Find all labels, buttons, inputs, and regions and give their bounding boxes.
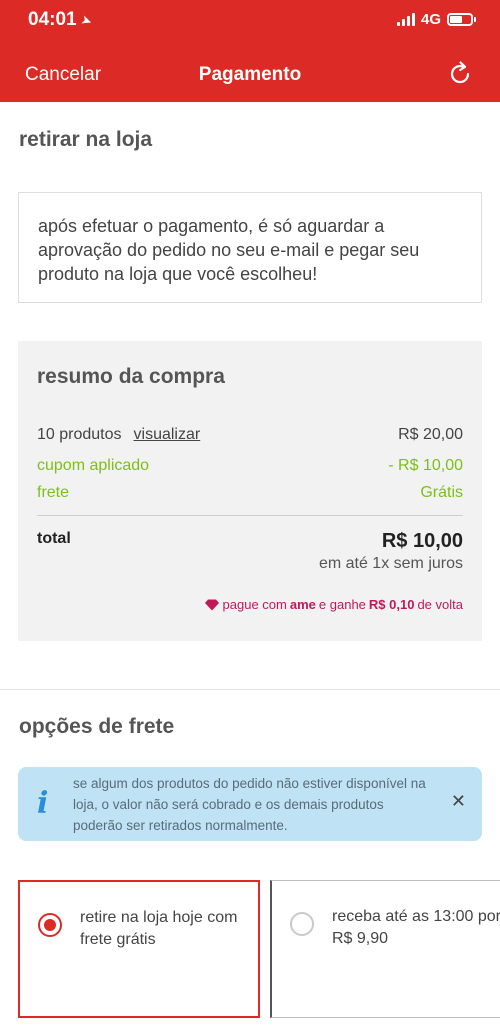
- availability-notice: i se algum dos produtos do pedido não es…: [18, 767, 482, 841]
- shipping-option-pickup[interactable]: retire na loja hoje com frete grátis: [18, 880, 260, 1018]
- coupon-value: - R$ 10,00: [388, 457, 463, 474]
- pickup-info-box: após efetuar o pagamento, é só aguardar …: [18, 192, 482, 303]
- ame-brand: ame: [289, 597, 316, 612]
- battery-nub: [474, 17, 476, 22]
- app-header: 04:01 ➤ 4G Cancelar Pagamento: [0, 0, 500, 102]
- battery-icon: [447, 13, 473, 26]
- coupon-row: cupom aplicado - R$ 10,00: [37, 457, 463, 475]
- location-arrow-icon: ➤: [78, 11, 94, 30]
- status-time: 04:01 ➤: [28, 9, 94, 31]
- shipping-row: frete Grátis: [37, 484, 463, 502]
- status-indicators: 4G: [396, 11, 476, 28]
- page-title: Pagamento: [198, 64, 302, 85]
- shipping-option-label: receba até as 13:00 por R$ 9,90: [332, 908, 500, 947]
- summary-title: resumo da compra: [37, 365, 225, 388]
- info-icon: i: [37, 786, 49, 821]
- products-label-group: 10 produtos visualizar: [37, 426, 200, 444]
- products-value: R$ 20,00: [398, 426, 463, 443]
- products-row: 10 produtos visualizar R$ 20,00: [37, 426, 463, 444]
- shipping-option-label: retire na loja hoje com frete grátis: [80, 909, 238, 948]
- shipping-option-delivery[interactable]: receba até as 13:00 por R$ 9,90: [270, 880, 500, 1018]
- total-value: R$ 10,00: [381, 530, 463, 552]
- radio-selected[interactable]: [38, 913, 62, 937]
- total-label: total: [37, 530, 71, 547]
- coupon-label: cupom aplicado: [37, 457, 150, 474]
- installments-text: em até 1x sem juros: [318, 555, 463, 572]
- radio-unselected[interactable]: [290, 912, 314, 936]
- ame-suffix: de volta: [417, 597, 463, 612]
- purchase-summary: resumo da compra 10 produtos visualizar R…: [18, 341, 482, 641]
- notice-text: se algum dos produtos do pedido não esti…: [73, 776, 426, 833]
- ame-amount: R$ 0,10: [368, 597, 415, 612]
- ame-gem-icon: [204, 599, 219, 610]
- ame-cashback: pague com ame e ganhe R$ 0,10 de volta: [204, 597, 463, 612]
- shipping-label: frete: [37, 484, 70, 501]
- summary-divider: [37, 515, 463, 516]
- ame-prefix: pague com: [222, 597, 287, 612]
- close-icon[interactable]: ✕: [451, 791, 466, 812]
- ame-middle: e ganhe: [318, 597, 366, 612]
- signal-icon: [396, 13, 415, 26]
- view-products-link[interactable]: visualizar: [134, 426, 201, 443]
- network-label: 4G: [420, 11, 441, 28]
- shipping-value: Grátis: [420, 484, 463, 501]
- section-divider: [0, 689, 500, 690]
- refresh-icon[interactable]: [446, 60, 474, 88]
- shipping-options-title: opções de frete: [19, 715, 175, 738]
- products-label: 10 produtos: [37, 426, 122, 443]
- status-time-text: 04:01: [28, 9, 77, 30]
- pickup-title: retirar na loja: [19, 128, 153, 151]
